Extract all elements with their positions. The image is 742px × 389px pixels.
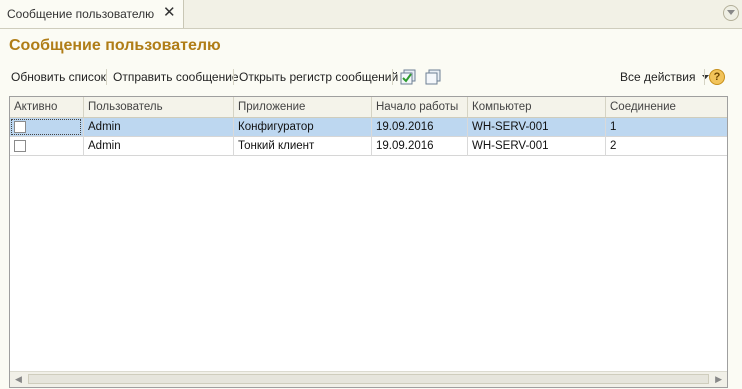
- app-cell: Конфигуратор: [234, 118, 372, 137]
- active-checkbox[interactable]: [14, 140, 26, 152]
- col-header-computer[interactable]: Компьютер: [468, 97, 606, 117]
- toolbar-separator: [392, 69, 393, 85]
- col-header-active[interactable]: Активно: [10, 97, 84, 117]
- col-header-connection[interactable]: Соединение: [606, 97, 727, 117]
- connection-cell: 1: [610, 121, 617, 133]
- start-cell: 19.09.2016: [372, 118, 468, 137]
- all-actions-label: Все действия: [620, 70, 696, 84]
- tab-bar: Сообщение пользователю ✕: [0, 0, 742, 29]
- sessions-table: Активно Пользователь Приложение Начало р…: [9, 96, 728, 388]
- refresh-list-button[interactable]: Обновить список: [11, 70, 106, 84]
- uncheck-all-icon[interactable]: [425, 69, 441, 85]
- check-all-icon[interactable]: [400, 69, 416, 85]
- col-header-user[interactable]: Пользователь: [84, 97, 234, 117]
- dropdown-arrow-icon: [701, 75, 709, 80]
- col-header-start[interactable]: Начало работы: [372, 97, 468, 117]
- col-header-app[interactable]: Приложение: [234, 97, 372, 117]
- user-cell: Admin: [84, 118, 234, 137]
- table-row[interactable]: Admin Конфигуратор 19.09.2016 WH-SERV-00…: [10, 118, 727, 137]
- all-actions-menu[interactable]: Все действия: [620, 70, 709, 84]
- active-cell: [10, 137, 84, 156]
- toolbar: Обновить список Отправить сообщение Откр…: [0, 66, 742, 88]
- send-message-button[interactable]: Отправить сообщение: [113, 70, 239, 84]
- computer-cell: WH-SERV-001: [468, 137, 606, 156]
- active-cell: [10, 118, 84, 137]
- help-icon[interactable]: ?: [709, 69, 725, 85]
- horizontal-scrollbar[interactable]: ◀ ▶: [10, 371, 727, 387]
- open-register-button[interactable]: Открыть регистр сообщений: [239, 70, 398, 84]
- table-header: Активно Пользователь Приложение Начало р…: [10, 97, 727, 118]
- tab-label: Сообщение пользователю: [7, 7, 155, 21]
- scroll-left-icon[interactable]: ◀: [15, 374, 22, 385]
- chevron-down-icon: [727, 10, 735, 15]
- user-cell: Admin: [84, 137, 234, 156]
- start-cell: 19.09.2016: [372, 137, 468, 156]
- toolbar-separator: [233, 69, 234, 85]
- connection-cell: 2: [610, 140, 617, 152]
- page-title: Сообщение пользователю: [9, 37, 221, 54]
- focus-rectangle: [11, 119, 81, 135]
- tabs-menu-button[interactable]: [723, 5, 739, 21]
- table-row[interactable]: Admin Тонкий клиент 19.09.2016 WH-SERV-0…: [10, 137, 727, 156]
- computer-cell: WH-SERV-001: [468, 118, 606, 137]
- app-cell: Тонкий клиент: [234, 137, 372, 156]
- scroll-right-icon[interactable]: ▶: [715, 374, 722, 385]
- close-icon[interactable]: ✕: [163, 5, 176, 21]
- tab-user-message[interactable]: Сообщение пользователю ✕: [0, 0, 184, 28]
- toolbar-separator: [704, 69, 705, 85]
- scrollbar-thumb[interactable]: [28, 374, 709, 384]
- toolbar-separator: [106, 69, 107, 85]
